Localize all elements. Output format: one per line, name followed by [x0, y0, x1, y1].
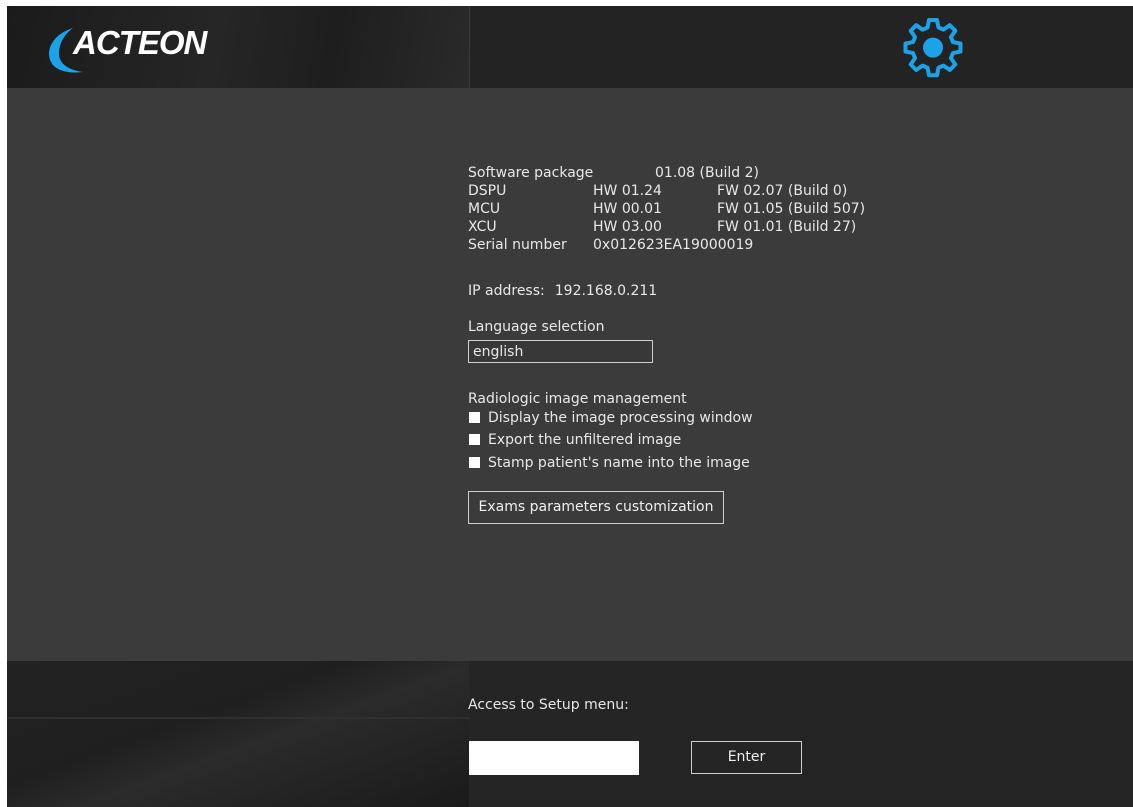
dspu-hw: HW 01.24 [593, 183, 662, 199]
dspu-label: DSPU [468, 183, 507, 199]
ip-address: IP address: 192.168.0.211 [468, 283, 657, 299]
export-unfiltered-image-label: Export the unfiltered image [488, 432, 682, 448]
mcu-fw: FW 01.05 (Build 507) [717, 201, 866, 217]
ip-address-value: 192.168.0.211 [554, 283, 658, 299]
xcu-fw: FW 01.01 (Build 27) [717, 219, 857, 235]
software-package-value: 01.08 (Build 2) [655, 165, 759, 181]
enter-button[interactable]: Enter [691, 741, 802, 774]
ip-address-label: IP address: [468, 283, 545, 299]
software-package-label: Software package [468, 165, 594, 181]
xcu-hw: HW 03.00 [593, 219, 662, 235]
stamp-patient-name-option[interactable]: Stamp patient's name into the image [469, 455, 750, 475]
header-logo-area: ACTEON [7, 6, 469, 88]
serial-number-value: 0x012623EA19000019 [593, 237, 754, 253]
setup-password-input[interactable] [469, 741, 639, 775]
footer-divider [7, 717, 469, 719]
display-processing-window-option[interactable]: Display the image processing window [469, 410, 753, 430]
stamp-patient-name-checkbox[interactable] [469, 457, 480, 468]
logo-text: ACTEON [73, 24, 207, 61]
dspu-fw: FW 02.07 (Build 0) [717, 183, 848, 199]
setup-menu-label: Access to Setup menu: [468, 697, 629, 713]
footer-decoration [7, 661, 469, 807]
xcu-label: XCU [468, 219, 497, 235]
gear-icon[interactable] [900, 14, 966, 80]
footer-setup-area [469, 661, 1133, 807]
mcu-hw: HW 00.01 [593, 201, 662, 217]
export-unfiltered-image-option[interactable]: Export the unfiltered image [469, 432, 681, 452]
serial-number-label: Serial number [468, 237, 567, 253]
header-settings-area [469, 6, 1133, 88]
main-window: ACTEON Software package 01.08 (Build 2) … [7, 6, 1133, 807]
stamp-patient-name-label: Stamp patient's name into the image [488, 455, 750, 471]
acteon-logo: ACTEON [43, 20, 223, 78]
export-unfiltered-image-checkbox[interactable] [469, 434, 480, 445]
mcu-label: MCU [468, 201, 501, 217]
radiologic-image-management-label: Radiologic image management [468, 391, 687, 407]
exams-parameters-customization-button[interactable]: Exams parameters customization [468, 491, 724, 524]
display-processing-window-label: Display the image processing window [488, 410, 753, 426]
language-selection-label: Language selection [468, 319, 605, 335]
language-select[interactable]: english [468, 340, 653, 363]
display-processing-window-checkbox[interactable] [469, 412, 480, 423]
